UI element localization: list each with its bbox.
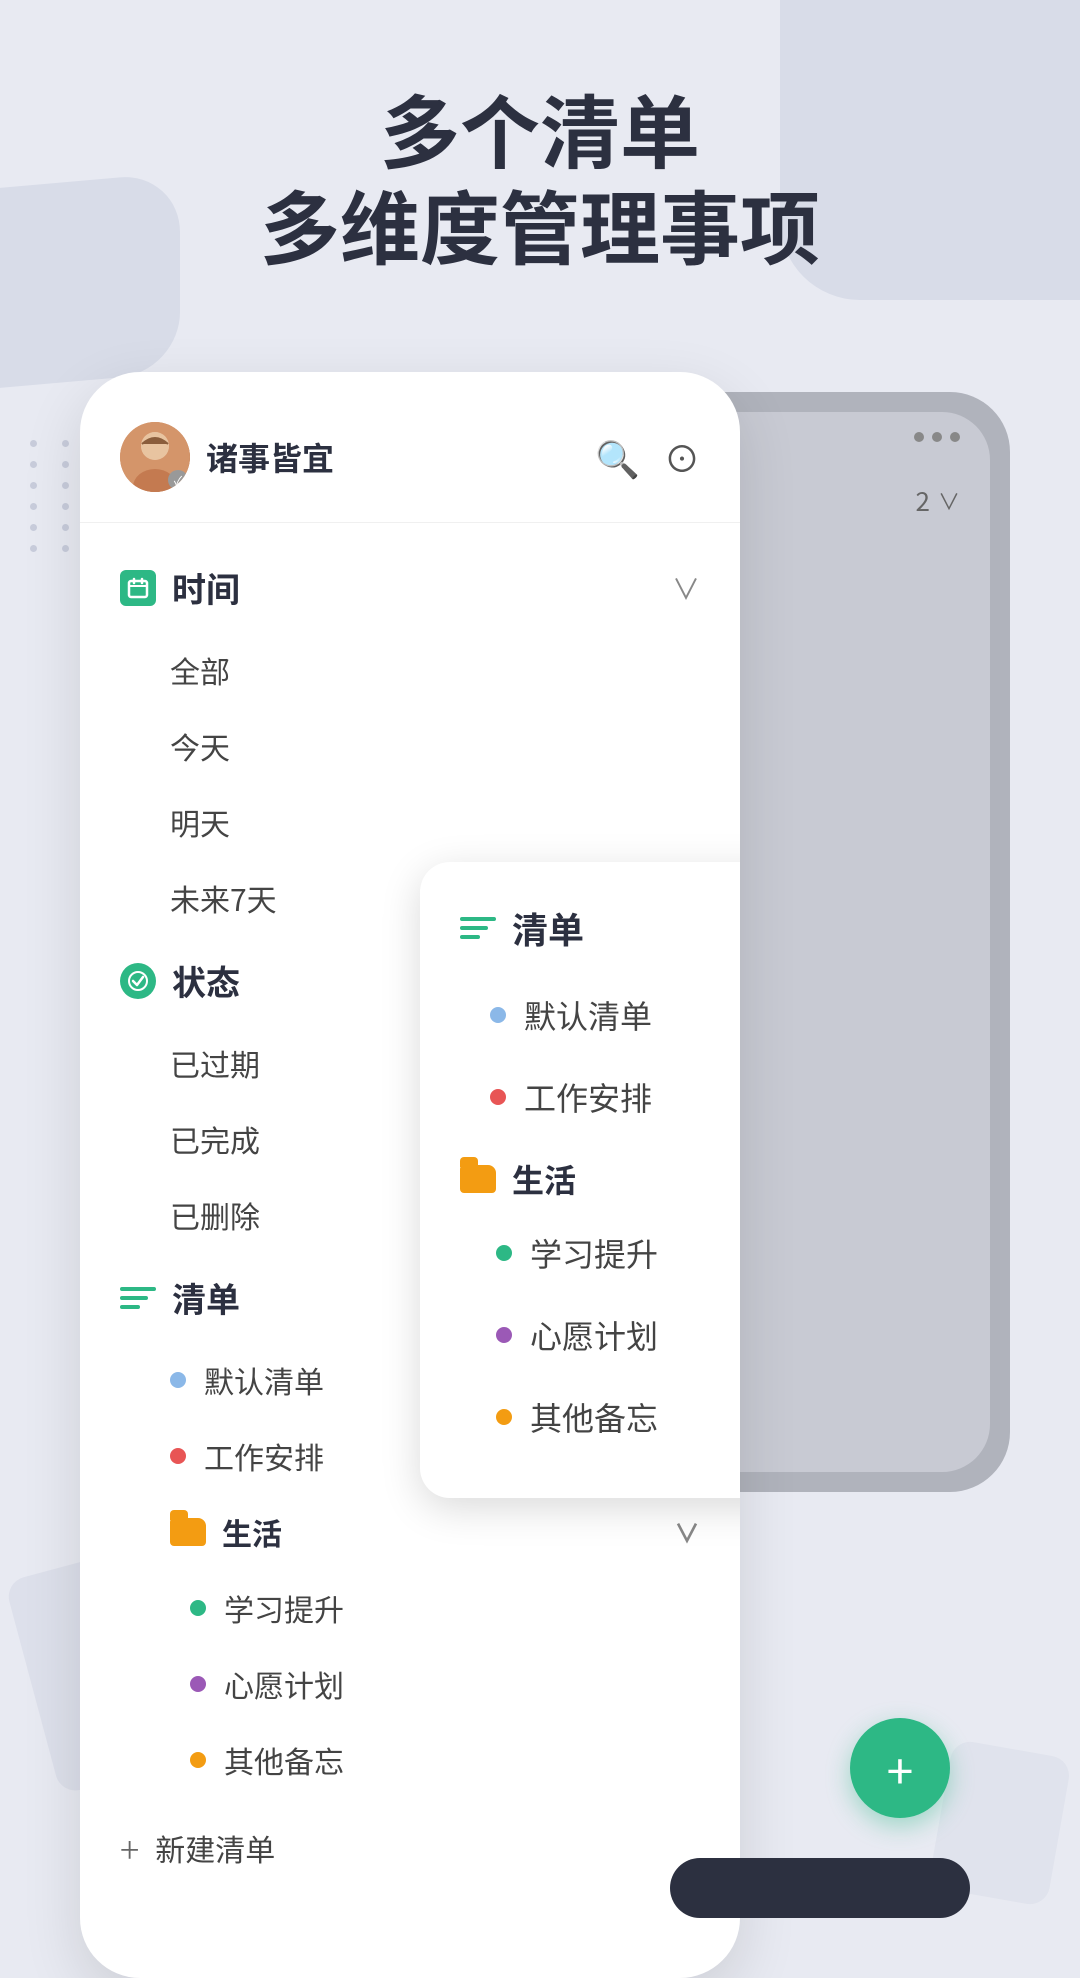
fab-add-button[interactable]: + xyxy=(850,1718,950,1818)
folder-icon xyxy=(460,1165,496,1193)
list-item[interactable]: 其他备忘 xyxy=(80,1722,740,1798)
popup-header[interactable]: 清单 ∨ xyxy=(420,892,740,974)
folder-label: 生活 xyxy=(512,1156,576,1202)
phone-area: 2 ∨ + xyxy=(80,372,1000,1978)
username: 诸事皆宜 xyxy=(206,434,334,480)
phone-header: ✓ 诸事皆宜 🔍 ⊙ xyxy=(80,422,740,523)
popup-list-item[interactable]: 默认清单 xyxy=(420,974,740,1056)
popup-list-item[interactable]: 工作安排 xyxy=(420,1056,740,1138)
header-icons: 🔍 ⊙ xyxy=(595,431,700,483)
status-icon xyxy=(120,963,156,999)
item-label: 默认清单 xyxy=(524,992,652,1038)
dot-green xyxy=(190,1600,206,1616)
item-label: 其他备忘 xyxy=(224,1738,344,1782)
list-item[interactable]: 今天 xyxy=(80,708,740,784)
folder-chevron: ∨ xyxy=(674,1514,700,1551)
popup-panel: 清单 ∨ 默认清单 工作安排 生活 ∨ 学习提升 xyxy=(420,862,740,1498)
folder-icon xyxy=(170,1518,206,1546)
section-list-title: 清单 xyxy=(172,1273,240,1322)
avatar-badge: ✓ xyxy=(168,470,188,490)
new-list-plus-icon: + xyxy=(120,1822,139,1874)
list-item[interactable]: 学习提升 xyxy=(80,1570,740,1646)
item-label: 工作安排 xyxy=(204,1434,324,1478)
user-info: ✓ 诸事皆宜 xyxy=(120,422,334,492)
section-status-title: 状态 xyxy=(172,956,240,1005)
item-label: 工作安排 xyxy=(524,1074,652,1120)
folder-label: 生活 xyxy=(222,1510,282,1554)
plus-icon: + xyxy=(887,1744,914,1792)
list-icon xyxy=(120,1286,156,1310)
popup-list-item[interactable]: 学习提升 xyxy=(420,1212,740,1294)
phone-bg-badge: 2 ∨ xyxy=(916,482,960,519)
header-section: 多个清单 多维度管理事项 xyxy=(0,0,1080,332)
popup-header-left: 清单 xyxy=(460,902,584,954)
item-label: 默认清单 xyxy=(204,1358,324,1402)
dot-red xyxy=(490,1089,506,1105)
dot-red xyxy=(170,1448,186,1464)
item-label: 学习提升 xyxy=(530,1230,658,1276)
item-label: 心愿计划 xyxy=(224,1662,344,1706)
phone-bg-dots xyxy=(914,432,960,442)
section-status-left: 状态 xyxy=(120,956,240,1005)
list-item[interactable]: 明天 xyxy=(80,784,740,860)
popup-list-item[interactable]: 其他备忘 xyxy=(420,1376,740,1458)
list-item[interactable]: 全部 xyxy=(80,632,740,708)
header-title-line2: 多维度管理事项 xyxy=(80,176,1000,272)
folder-item[interactable]: 生活 ∨ xyxy=(80,1494,740,1570)
dot-purple xyxy=(496,1327,512,1343)
section-time-left: 时间 xyxy=(120,563,240,612)
popup-list-item[interactable]: 心愿计划 xyxy=(420,1294,740,1376)
section-list-left: 清单 xyxy=(120,1273,240,1322)
time-icon xyxy=(120,570,156,606)
phone-bottom-bar xyxy=(670,1858,970,1918)
item-label: 学习提升 xyxy=(224,1586,344,1630)
list-item[interactable]: 心愿计划 xyxy=(80,1646,740,1722)
avatar: ✓ xyxy=(120,422,190,492)
dot-blue xyxy=(490,1007,506,1023)
dot-blue xyxy=(170,1372,186,1388)
section-time-header[interactable]: 时间 ∨ xyxy=(80,543,740,632)
search-icon[interactable]: 🔍 xyxy=(595,431,640,483)
item-label: 其他备忘 xyxy=(530,1394,658,1440)
new-list-label: 新建清单 xyxy=(155,1826,275,1870)
settings-icon[interactable]: ⊙ xyxy=(664,431,700,483)
dot-purple xyxy=(190,1676,206,1692)
dot-orange xyxy=(190,1752,206,1768)
item-label: 心愿计划 xyxy=(530,1312,658,1358)
popup-folder-item[interactable]: 生活 ∨ xyxy=(420,1138,740,1212)
dot-orange xyxy=(496,1409,512,1425)
section-time-title: 时间 xyxy=(172,563,240,612)
header-title-line1: 多个清单 xyxy=(80,80,1000,176)
time-chevron: ∨ xyxy=(672,568,700,608)
popup-list-icon xyxy=(460,916,496,940)
phone-main: ✓ 诸事皆宜 🔍 ⊙ xyxy=(80,372,740,1978)
dot-green xyxy=(496,1245,512,1261)
new-list-button[interactable]: + 新建清单 xyxy=(80,1798,740,1898)
popup-section-title: 清单 xyxy=(512,902,584,954)
